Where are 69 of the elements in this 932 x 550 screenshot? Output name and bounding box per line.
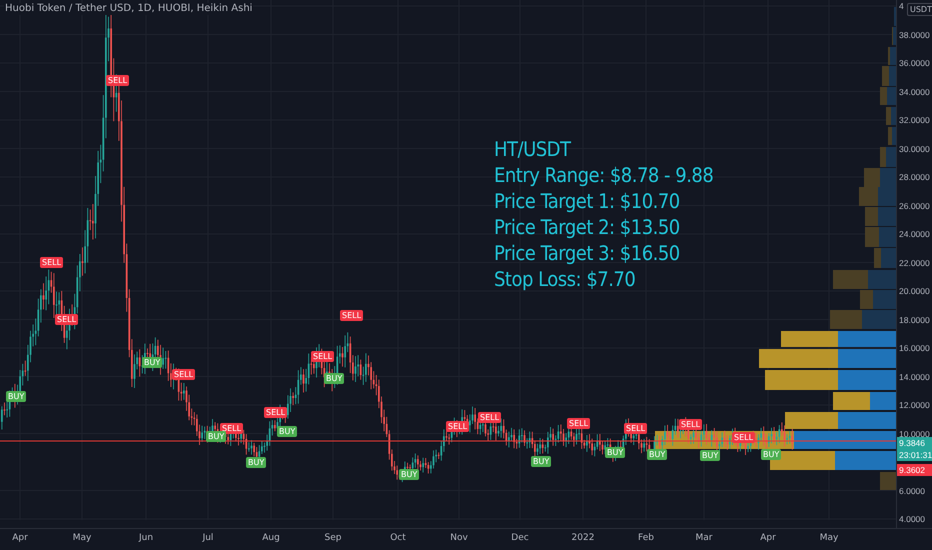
time-tick: 2022 (572, 532, 594, 545)
price-tick: 12.0000 (899, 400, 930, 410)
time-tick: Feb (638, 532, 654, 545)
time-tick: Dec (511, 532, 529, 545)
time-tick: Oct (390, 532, 406, 545)
price-tick: 38.0000 (899, 30, 930, 40)
sell-signal-label: SELL (478, 412, 502, 423)
price-tick: 24.0000 (899, 229, 930, 239)
sell-signal-label: SELL (264, 407, 288, 418)
sell-signal-label: SELL (732, 432, 756, 443)
price-tick: 14.0000 (899, 372, 930, 382)
note-line: Stop Loss: $7.70 (494, 266, 636, 292)
time-tick: Sep (324, 532, 342, 545)
price-tick: 28.0000 (899, 172, 930, 182)
price-tick: 20.0000 (899, 286, 930, 296)
buy-signal-label: BUY (142, 357, 162, 368)
price-tick: 10.0000 (899, 428, 930, 438)
price-label: 9.3602 (897, 464, 932, 476)
sell-signal-label: SELL (311, 351, 334, 362)
price-tick: 30.0000 (899, 144, 930, 154)
price-tick: 6.0000 (899, 486, 925, 496)
time-tick: Jul (202, 532, 214, 545)
note-line: Price Target 3: $16.50 (494, 240, 681, 266)
price-tick: 16.0000 (899, 343, 930, 353)
time-tick: Mar (696, 532, 712, 545)
sell-signal-label: SELL (172, 369, 196, 380)
price-tick: 18.0000 (899, 314, 930, 324)
buy-signal-label: BUY (246, 457, 266, 468)
countdown-label: 23:01:31 (897, 449, 932, 461)
currency-badge[interactable]: USDT (907, 3, 932, 16)
time-tick: Apr (760, 532, 776, 545)
sell-signal-label: SELL (340, 310, 364, 321)
note-line: HT/USDT (494, 136, 572, 162)
price-tick: 34.0000 (899, 86, 930, 96)
buy-signal-label: BUY (324, 373, 344, 384)
note-line: Entry Range: $8.78 - 9.88 (494, 162, 714, 188)
price-tick: 36.0000 (899, 58, 930, 68)
buy-signal-label: BUY (277, 426, 298, 437)
buy-signal-label: BUY (6, 391, 26, 402)
buy-signal-label: BUY (761, 449, 782, 460)
buy-signal-label: BUY (700, 450, 720, 461)
chart-title: Huobi Token / Tether USD, 1D, HUOBI, Heikin Ashi (4, 3, 254, 15)
price-tick: 26.0000 (899, 200, 930, 210)
time-tick: Nov (450, 532, 468, 545)
price-tick: 4 (899, 1, 904, 11)
buy-signal-label: BUY (605, 447, 626, 458)
sell-signal-label: SELL (679, 419, 702, 430)
buy-signal-label: BUY (206, 431, 226, 442)
sell-signal-label: SELL (106, 75, 130, 86)
buy-signal-label: BUY (399, 469, 420, 480)
sell-signal-label: SELL (624, 423, 648, 434)
sell-signal-label: SELL (220, 423, 244, 434)
buy-signal-label: BUY (647, 449, 668, 460)
buy-signal-label: BUY (531, 456, 552, 467)
note-line: Price Target 1: $10.70 (494, 188, 681, 214)
time-tick: Jun (138, 532, 154, 545)
note-line: Price Target 2: $13.50 (494, 214, 681, 240)
price-tick: 4.0000 (899, 514, 925, 524)
sell-signal-label: SELL (55, 314, 78, 325)
time-tick: Aug (262, 532, 280, 545)
time-tick: May (820, 532, 838, 545)
time-tick: May (72, 532, 92, 545)
price-tick: 22.0000 (899, 258, 930, 268)
time-tick: Apr (12, 532, 28, 545)
sell-signal-label: SELL (40, 257, 64, 268)
sell-signal-label: SELL (567, 418, 590, 429)
price-label: 9.3846 (897, 437, 932, 449)
price-tick: 32.0000 (899, 115, 930, 125)
sell-signal-label: SELL (446, 421, 470, 432)
